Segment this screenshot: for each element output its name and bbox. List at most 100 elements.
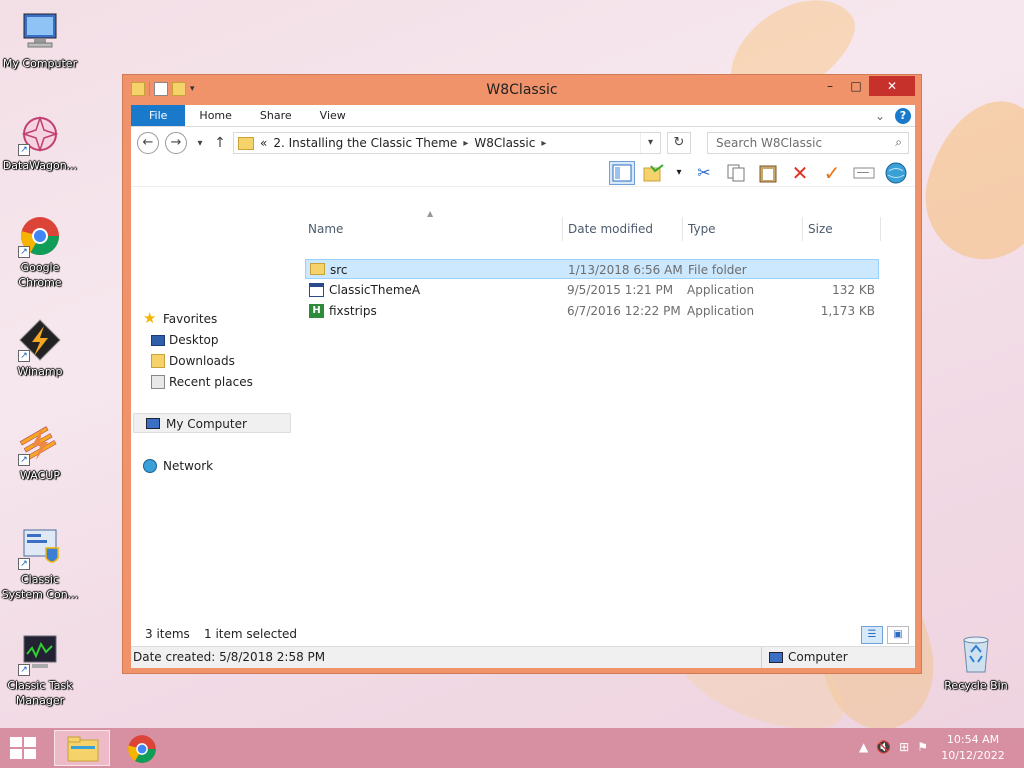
file-name: src — [330, 263, 348, 277]
rename-icon[interactable] — [851, 161, 877, 185]
ribbon-controls: ⌄ ? — [875, 108, 911, 124]
clock[interactable]: 10:54 AM 10/12/2022 — [936, 732, 1010, 764]
column-header-name[interactable]: Name — [303, 217, 563, 241]
globe-icon[interactable] — [883, 161, 909, 185]
computer-icon — [146, 418, 160, 429]
desktop-icon-my-computer[interactable]: My Computer — [0, 10, 80, 71]
location-label: Computer — [788, 650, 848, 664]
folder-options-icon[interactable] — [641, 161, 667, 185]
recent-locations-icon[interactable]: ▾ — [193, 138, 207, 149]
shortcut-arrow-icon: ↗ — [18, 246, 30, 258]
up-button[interactable]: ↑ — [213, 135, 227, 151]
tab-share[interactable]: Share — [246, 105, 306, 126]
window-title: W8Classic — [486, 82, 558, 98]
desktop-icon-wacup[interactable]: ↗ WACUP — [0, 422, 80, 483]
file-name: ClassicThemeA — [329, 283, 421, 297]
file-type: Application — [687, 304, 755, 318]
nav-item-desktop[interactable]: Desktop — [131, 330, 289, 350]
file-explorer-icon — [67, 736, 99, 762]
nav-item-favorites[interactable]: ★ Favorites — [131, 309, 289, 329]
wallpaper-petal — [911, 87, 1024, 273]
desktop-icon-winamp[interactable]: ↗ Winamp — [0, 318, 80, 379]
recent-places-icon — [151, 375, 165, 389]
tab-file[interactable]: File — [131, 105, 186, 126]
search-icon[interactable]: ⌕ — [895, 135, 902, 150]
desktop-icon-classic-task-manager[interactable]: ↗ Classic Task Manager — [0, 632, 80, 708]
refresh-button[interactable]: ↻ — [667, 132, 691, 154]
action-center-icon[interactable]: ⚑ — [917, 740, 928, 754]
file-date: 1/13/2018 6:56 AM — [568, 263, 683, 277]
nav-item-recent-places[interactable]: Recent places — [131, 372, 289, 392]
clock-time: 10:54 AM — [946, 733, 1000, 746]
maximize-button[interactable]: □ — [843, 76, 869, 96]
navigation-pane: ★ Favorites Desktop Downloads Recent pla… — [131, 217, 291, 607]
chevron-right-icon[interactable]: ▸ — [541, 138, 546, 149]
back-button[interactable]: ← — [137, 132, 159, 154]
help-button[interactable]: ? — [895, 108, 911, 124]
nav-item-downloads[interactable]: Downloads — [131, 351, 289, 371]
item-count: 3 items — [145, 627, 190, 641]
downloads-folder-icon — [151, 354, 165, 368]
task-manager-icon: ↗ — [18, 632, 62, 676]
search-input[interactable]: Search W8Classic ⌕ — [707, 132, 909, 154]
expand-ribbon-button[interactable]: ⌄ — [875, 109, 885, 123]
tab-view[interactable]: View — [306, 105, 360, 126]
desktop-icon-datawagon[interactable]: ↗ DataWagon... — [0, 112, 80, 173]
minimize-button[interactable]: – — [817, 76, 843, 96]
forward-button[interactable]: → — [165, 132, 187, 154]
show-hidden-icons-icon[interactable]: ▲ — [859, 740, 868, 754]
tab-home[interactable]: Home — [185, 105, 245, 126]
chevron-down-icon[interactable]: ▾ — [640, 133, 660, 153]
file-row-fixstrips[interactable]: H fixstrips 6/7/2016 12:22 PM Applicatio… — [305, 301, 879, 321]
desktop-icon-label: Google Chrome — [18, 261, 62, 289]
delete-icon[interactable]: ✕ — [787, 161, 813, 185]
title-bar[interactable]: ▾ W8Classic – □ ✕ — [123, 75, 921, 105]
nav-item-my-computer[interactable]: My Computer — [133, 413, 291, 433]
chevron-right-icon[interactable]: ▸ — [463, 138, 468, 149]
column-header-date-modified[interactable]: Date modified — [563, 217, 683, 241]
fixstrips-app-icon: H — [309, 304, 324, 318]
file-row-src[interactable]: src 1/13/2018 6:56 AM File folder — [305, 259, 879, 279]
network-tray-icon[interactable]: ⊞ — [899, 740, 909, 754]
large-icons-view-icon[interactable]: ▣ — [887, 626, 909, 644]
desktop-icon-classic-system-control[interactable]: ↗ Classic System Con... — [0, 526, 80, 602]
recycle-bin-icon — [954, 632, 998, 676]
nav-item-network[interactable]: Network — [131, 456, 289, 476]
navigation-bar: ← → ▾ ↑ « 2. Installing the Classic Them… — [131, 127, 915, 159]
nav-item-label: Favorites — [163, 312, 218, 326]
view-switcher: ☰ ▣ — [861, 626, 909, 644]
ribbon-tabs: File Home Share View ⌄ ? — [131, 105, 915, 127]
taskbar-file-explorer[interactable] — [54, 730, 110, 766]
desktop-icon — [151, 335, 165, 346]
copy-icon[interactable] — [723, 161, 749, 185]
column-header-type[interactable]: Type — [683, 217, 803, 241]
window-content: File Home Share View ⌄ ? ← → ▾ ↑ « 2. In… — [131, 105, 915, 668]
folder-icon — [310, 263, 325, 275]
paste-icon[interactable] — [755, 161, 781, 185]
close-button[interactable]: ✕ — [869, 76, 915, 96]
desktop-icon-recycle-bin[interactable]: Recycle Bin — [936, 632, 1016, 693]
start-button[interactable] — [10, 737, 38, 761]
desktop-icon-chrome[interactable]: ↗ Google Chrome — [0, 214, 80, 290]
column-header-size[interactable]: Size — [803, 217, 881, 241]
details-bar: Date created: 5/8/2018 2:58 PM Computer — [131, 646, 915, 668]
desktop-icon-label: Recycle Bin — [944, 679, 1008, 692]
address-overflow[interactable]: « — [260, 136, 267, 150]
breadcrumb-item[interactable]: W8Classic — [474, 136, 535, 150]
taskbar-chrome[interactable] — [114, 730, 170, 766]
nav-item-label: Recent places — [169, 375, 253, 389]
chevron-down-icon[interactable]: ▾ — [673, 161, 685, 185]
file-row-classicthemea[interactable]: ClassicThemeA 9/5/2015 1:21 PM Applicati… — [305, 280, 879, 300]
preview-pane-icon[interactable] — [609, 160, 635, 185]
control-panel-icon: ↗ — [18, 526, 62, 570]
details-view-icon[interactable]: ☰ — [861, 626, 883, 644]
checkmark-icon[interactable]: ✓ — [819, 161, 845, 185]
chrome-icon — [128, 735, 156, 763]
cut-icon[interactable]: ✂ — [691, 161, 717, 185]
volume-muted-icon[interactable]: 🔇 — [876, 740, 891, 754]
application-icon — [309, 283, 324, 297]
shortcut-arrow-icon: ↗ — [18, 558, 30, 570]
address-bar[interactable]: « 2. Installing the Classic Theme ▸ W8Cl… — [233, 132, 661, 154]
breadcrumb-item[interactable]: 2. Installing the Classic Theme — [273, 136, 457, 150]
nav-item-label: Desktop — [169, 333, 219, 347]
